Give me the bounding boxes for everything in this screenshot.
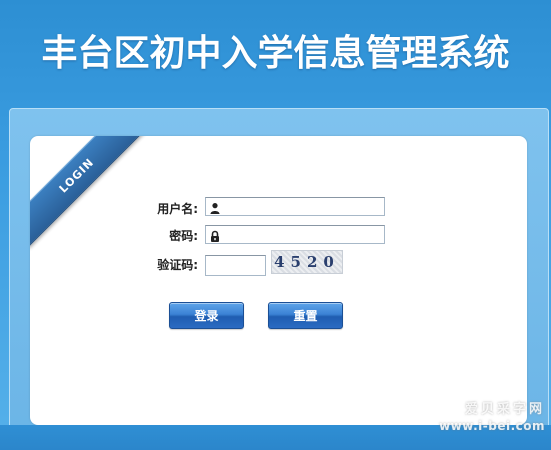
page-title: 丰台区初中入学信息管理系统 [41, 33, 510, 74]
lock-icon [209, 228, 221, 242]
login-card: LOGIN [30, 136, 527, 425]
username-field[interactable] [205, 197, 385, 218]
username-input[interactable] [222, 200, 384, 218]
user-icon [209, 200, 221, 214]
login-button[interactable]: 登录 [169, 302, 244, 329]
password-field[interactable] [205, 225, 385, 246]
reset-button[interactable]: 重置 [268, 302, 343, 329]
login-ribbon: LOGIN [30, 136, 150, 256]
username-label: 用户名: [157, 202, 198, 216]
captcha-label: 验证码: [157, 258, 198, 272]
login-ribbon-label: LOGIN [30, 136, 149, 248]
password-label: 密码: [169, 229, 198, 243]
captcha-field[interactable] [205, 255, 266, 277]
watermark-line-1: 爱贝采字网 [464, 402, 545, 417]
watermark-line-2: www.i-bei.com [439, 419, 545, 433]
watermark: 爱贝采字网 www.i-bei.com [439, 402, 545, 434]
captcha-image[interactable]: 4520 [271, 250, 343, 274]
password-input[interactable] [222, 228, 384, 246]
captcha-input[interactable] [206, 257, 265, 277]
